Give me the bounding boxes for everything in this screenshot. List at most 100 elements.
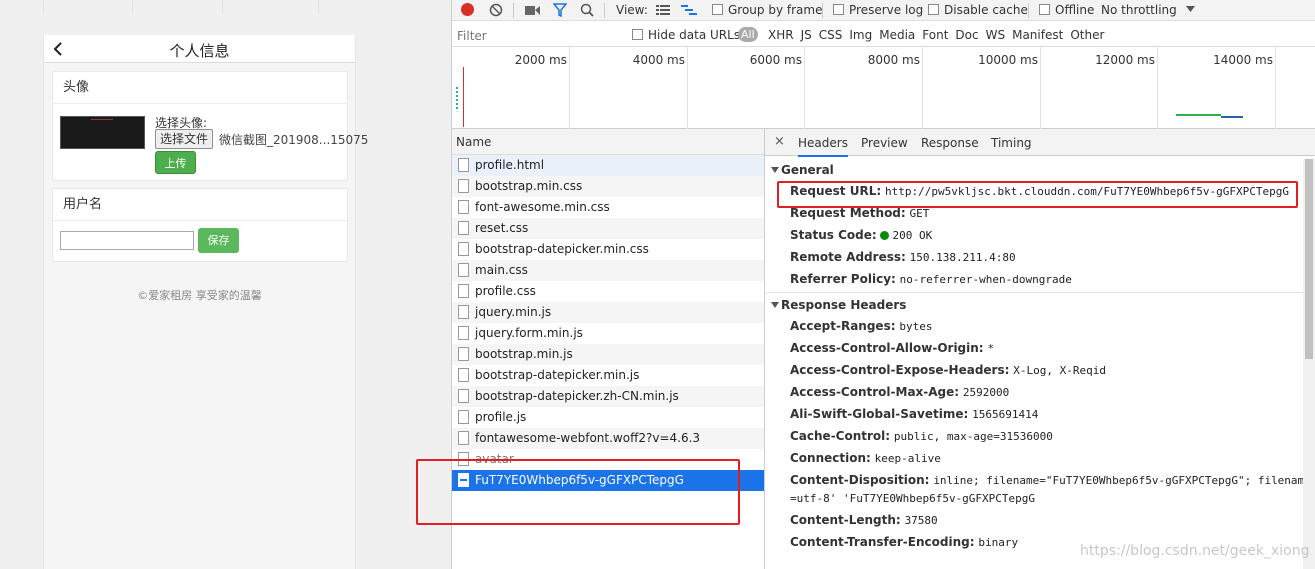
username-input[interactable] bbox=[60, 231, 194, 250]
group-by-frame-checkbox[interactable] bbox=[712, 4, 723, 15]
preserve-log-label: Preserve log bbox=[849, 3, 924, 17]
page-title: 个人信息 bbox=[169, 42, 230, 60]
type-filter-doc[interactable]: Doc bbox=[955, 28, 978, 42]
filter-icon[interactable] bbox=[553, 3, 567, 17]
throttling-select[interactable]: No throttling bbox=[1101, 3, 1177, 17]
record-icon[interactable] bbox=[461, 3, 474, 16]
request-row[interactable]: fontawesome-webfont.woff2?v=4.6.3 bbox=[452, 428, 764, 449]
network-overview-timeline[interactable]: 2000 ms 4000 ms 6000 ms 8000 ms 10000 ms… bbox=[452, 47, 1315, 129]
request-name: fontawesome-webfont.woff2?v=4.6.3 bbox=[475, 431, 701, 445]
detail-tabs: × Headers Preview Response Timing bbox=[765, 129, 1315, 157]
tab-headers[interactable]: Headers bbox=[798, 136, 848, 157]
clear-icon[interactable] bbox=[489, 3, 503, 17]
highlight-box-request bbox=[416, 459, 740, 525]
save-button[interactable]: 保存 bbox=[198, 228, 239, 253]
tab-preview[interactable]: Preview bbox=[861, 136, 908, 150]
upload-button[interactable]: 上传 bbox=[155, 151, 196, 174]
screenshot-root: 个人信息 头像 选择头像: 选择文件 微信截图_201908...15075 上… bbox=[0, 0, 1315, 569]
view-label: View: bbox=[616, 3, 648, 17]
request-name: bootstrap-datepicker.zh-CN.min.js bbox=[475, 389, 679, 403]
offline-checkbox[interactable] bbox=[1039, 4, 1050, 15]
header-key: Accept-Ranges: bbox=[790, 319, 896, 333]
type-filter-ws[interactable]: WS bbox=[986, 28, 1005, 42]
general-section-header[interactable]: General bbox=[765, 160, 1315, 180]
watermark-text: https://blog.csdn.net/geek_xiong bbox=[1080, 543, 1310, 559]
file-icon bbox=[458, 200, 469, 214]
header-key: Content-Disposition: bbox=[790, 473, 930, 487]
request-row[interactable]: reset.css bbox=[452, 218, 764, 239]
request-row[interactable]: profile.js bbox=[452, 407, 764, 428]
name-column-header[interactable]: Name bbox=[452, 129, 764, 155]
header-key: Access-Control-Max-Age: bbox=[790, 385, 960, 399]
file-icon bbox=[458, 389, 469, 403]
response-header-row: Ali-Swift-Global-Savetime: 1565691414 bbox=[765, 403, 1315, 425]
header-value: no-referrer-when-downgrade bbox=[899, 273, 1072, 286]
camera-icon[interactable] bbox=[525, 5, 540, 16]
preserve-log-checkbox[interactable] bbox=[833, 4, 844, 15]
preserve-log-option[interactable]: Preserve log bbox=[833, 3, 923, 17]
request-name: bootstrap.min.css bbox=[475, 179, 583, 193]
response-headers-section-header[interactable]: Response Headers bbox=[765, 295, 1315, 315]
request-row[interactable]: profile.html bbox=[452, 155, 764, 176]
scrollbar-thumb[interactable] bbox=[1305, 159, 1313, 359]
response-headers-title: Response Headers bbox=[781, 298, 907, 312]
request-row[interactable]: jquery.min.js bbox=[452, 302, 764, 323]
header-value: keep-alive bbox=[874, 452, 941, 465]
choose-file-button[interactable]: 选择文件 bbox=[155, 129, 214, 149]
header-key: Access-Control-Expose-Headers: bbox=[790, 363, 1010, 377]
timeline-request-bar bbox=[1221, 116, 1243, 118]
response-header-row: Content-Disposition: inline; filename="F… bbox=[765, 469, 1315, 491]
request-row[interactable]: jquery.form.min.js bbox=[452, 323, 764, 344]
type-filter-font[interactable]: Font bbox=[922, 28, 948, 42]
disable-cache-checkbox[interactable] bbox=[928, 4, 939, 15]
network-toolbar: View: Group by frame Preserve log Disabl… bbox=[452, 0, 1315, 21]
waterfall-view-icon[interactable] bbox=[681, 4, 697, 16]
offline-option[interactable]: Offline bbox=[1039, 3, 1094, 17]
request-row[interactable]: font-awesome.min.css bbox=[452, 197, 764, 218]
request-row[interactable]: bootstrap.min.js bbox=[452, 344, 764, 365]
avatar-card: 头像 选择头像: 选择文件 微信截图_201908...15075 上传 bbox=[52, 71, 368, 181]
request-row[interactable]: bootstrap-datepicker.min.js bbox=[452, 365, 764, 386]
username-section-title: 用户名 bbox=[53, 189, 347, 221]
file-icon bbox=[458, 263, 469, 277]
header-value: 150.138.211.4:80 bbox=[909, 251, 1016, 264]
request-row[interactable]: main.css bbox=[452, 260, 764, 281]
search-icon[interactable] bbox=[580, 3, 594, 17]
type-filter-other[interactable]: Other bbox=[1070, 28, 1104, 42]
headers-content: General Request URL: http://pw5vkljsc.bk… bbox=[765, 156, 1315, 553]
type-filter-media[interactable]: Media bbox=[879, 28, 915, 42]
header-key: Access-Control-Allow-Origin: bbox=[790, 341, 984, 355]
request-name: jquery.form.min.js bbox=[475, 326, 583, 340]
tab-timing[interactable]: Timing bbox=[991, 136, 1032, 150]
request-row[interactable]: bootstrap.min.css bbox=[452, 176, 764, 197]
header-key: Content-Length: bbox=[790, 513, 901, 527]
hide-data-urls-checkbox[interactable] bbox=[632, 29, 643, 40]
type-filter-js[interactable]: JS bbox=[801, 28, 812, 42]
general-title: General bbox=[781, 163, 834, 177]
header-key: Connection: bbox=[790, 451, 871, 465]
request-row[interactable]: profile.css bbox=[452, 281, 764, 302]
hide-data-urls-option[interactable]: Hide data URLs bbox=[632, 28, 740, 42]
disable-cache-option[interactable]: Disable cache bbox=[928, 3, 1028, 17]
request-name: bootstrap-datepicker.min.css bbox=[475, 242, 649, 256]
timeline-tick: 12000 ms bbox=[1095, 53, 1155, 67]
header-value: X-Log, X-Reqid bbox=[1013, 364, 1106, 377]
timeline-tick: 8000 ms bbox=[867, 53, 920, 67]
request-name: profile.css bbox=[475, 284, 536, 298]
vertical-scrollbar[interactable] bbox=[1303, 159, 1315, 569]
close-icon[interactable]: × bbox=[774, 134, 785, 149]
tab-response[interactable]: Response bbox=[921, 136, 979, 150]
request-row[interactable]: bootstrap-datepicker.zh-CN.min.js bbox=[452, 386, 764, 407]
request-row[interactable]: bootstrap-datepicker.min.css bbox=[452, 239, 764, 260]
type-filter-css[interactable]: CSS bbox=[819, 28, 843, 42]
type-filter-xhr[interactable]: XHR bbox=[768, 28, 794, 42]
type-filter-img[interactable]: Img bbox=[849, 28, 872, 42]
type-filter-manifest[interactable]: Manifest bbox=[1012, 28, 1063, 42]
list-view-icon[interactable] bbox=[656, 4, 670, 16]
expand-triangle-icon bbox=[771, 302, 779, 308]
group-by-frame-option[interactable]: Group by frame bbox=[712, 3, 822, 17]
chevron-down-icon[interactable] bbox=[1186, 6, 1195, 13]
filter-input[interactable] bbox=[454, 27, 620, 44]
timeline-tick: 14000 ms bbox=[1213, 53, 1273, 67]
type-filter-all[interactable]: All bbox=[738, 27, 758, 42]
